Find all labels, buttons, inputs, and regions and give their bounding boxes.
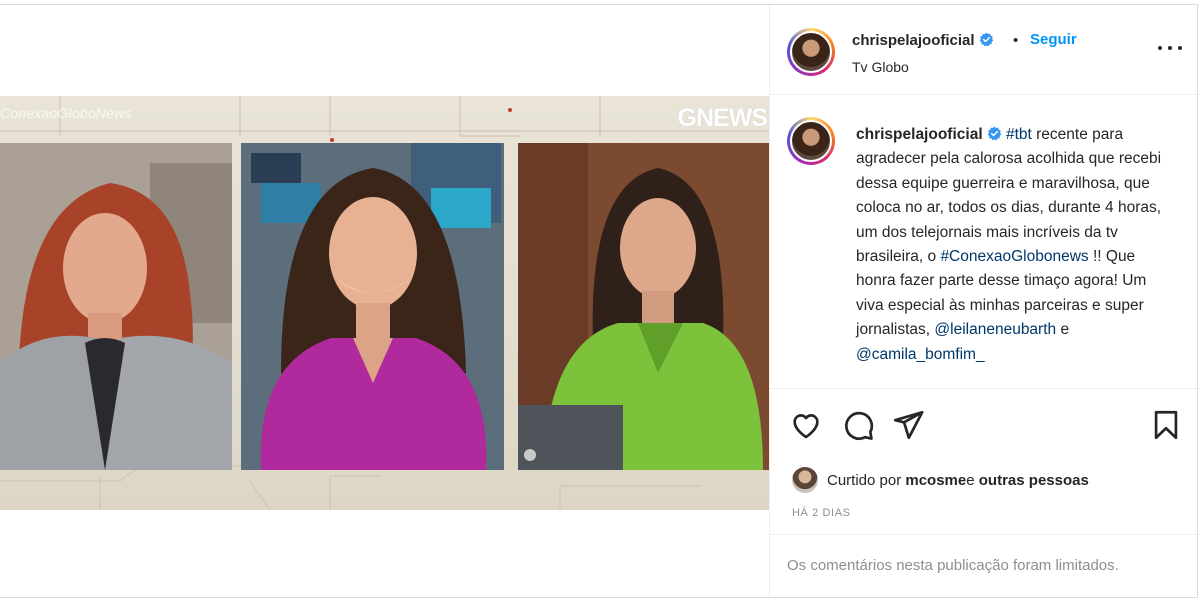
author-username[interactable]: chrispelajooficial [852,32,975,49]
comments-limited-text: Os comentários nesta publicação foram li… [787,557,1119,574]
caption-text-part1: recente para agradecer pela calorosa aco… [856,126,1162,266]
heart-icon[interactable] [789,408,823,442]
follow-button[interactable]: Seguir [1030,31,1077,48]
action-bar [770,388,1200,463]
post-header: chrispelajooficial • Seguir Tv Globo [770,5,1200,95]
caption-conjunction: e [1056,321,1070,339]
more-options-icon[interactable] [1158,41,1182,55]
post-location[interactable]: Tv Globo [852,59,909,75]
bookmark-icon[interactable] [1149,408,1183,442]
post-media[interactable]: ConexaoGloboNews GNEWS [0,5,769,597]
send-icon[interactable] [891,408,925,442]
caption-username[interactable]: chrispelajooficial [856,126,983,143]
likes-middle: e [966,471,975,489]
author-avatar[interactable] [787,28,835,76]
caption-block: chrispelajooficial #tbt recente para agr… [770,96,1200,388]
program-watermark: ConexaoGloboNews [0,105,132,121]
verified-badge-icon [987,126,1001,141]
hashtag-conexaoglobonews[interactable]: #ConexaoGlobonews [940,248,1088,265]
likes-summary: Curtido por mcosme e outras pessoas [792,465,1089,495]
likes-others-link[interactable]: outras pessoas [979,472,1089,489]
liker-avatar[interactable] [792,467,818,493]
hashtag-tbt[interactable]: #tbt [1006,126,1032,143]
presenter-panel-left [0,143,232,470]
verified-badge-icon [979,32,993,47]
mention-leilaneneubarth[interactable]: @leilaneneubarth [934,321,1056,338]
comment-icon[interactable] [841,408,875,442]
post-sidebar: chrispelajooficial • Seguir Tv Globo chr… [769,5,1200,597]
tv-studio-image: ConexaoGloboNews GNEWS [0,96,769,510]
comments-limited-notice: Os comentários nesta publicação foram li… [770,534,1200,597]
post-timestamp[interactable]: HÁ 2 DIAS [792,507,851,519]
globonews-logo: GNEWS [677,104,768,132]
separator-dot: • [1013,32,1019,49]
caption-text: chrispelajooficial #tbt recente para agr… [856,123,1174,367]
caption-author-avatar[interactable] [787,117,835,165]
liker-username[interactable]: mcosme [905,472,966,489]
mention-camila-bomfim[interactable]: @camila_bomfim_ [856,346,985,363]
presenter-panel-center [241,143,504,470]
author-username-row[interactable]: chrispelajooficial [852,32,994,49]
presenter-panel-right [518,143,769,470]
likes-prefix: Curtido por [827,471,902,489]
